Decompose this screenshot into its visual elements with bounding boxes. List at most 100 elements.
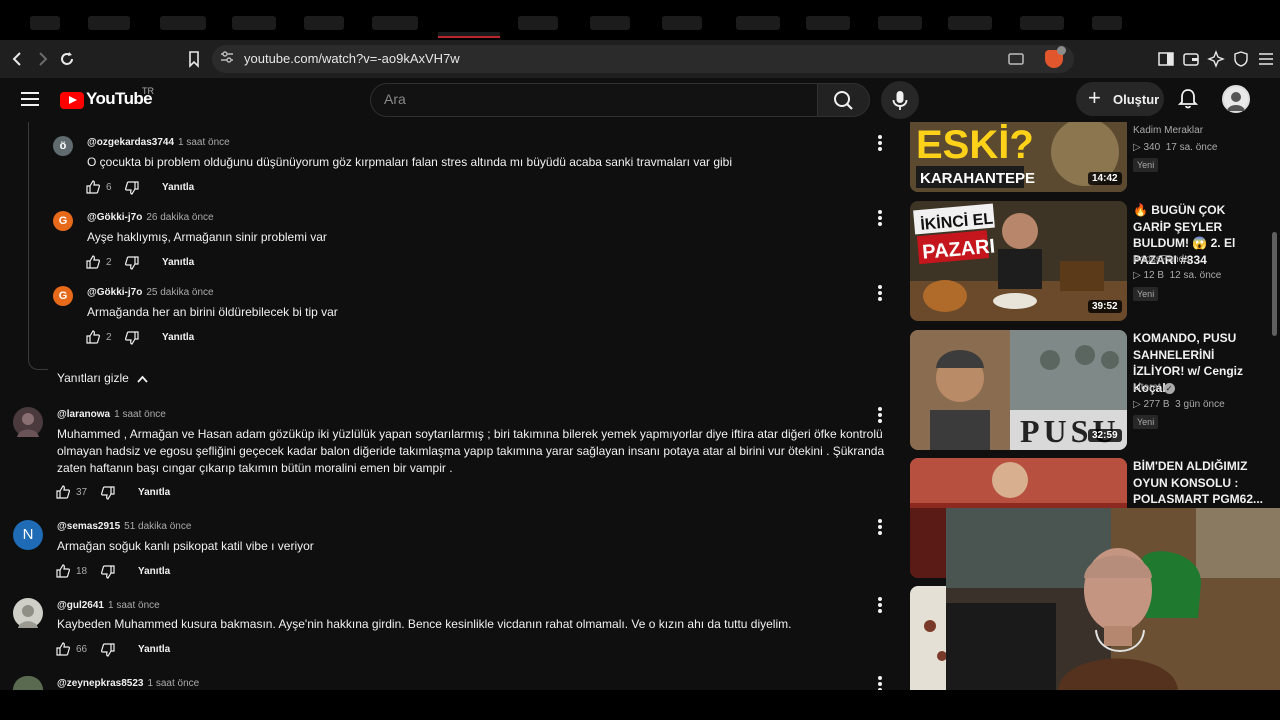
like-icon[interactable] [86,180,101,194]
browser-tab[interactable] [304,16,344,30]
browser-tab[interactable] [160,16,206,30]
comment-time: 1 saat önce [114,409,166,420]
search-icon [834,91,853,110]
shields-badge [1057,46,1066,55]
browser-tab[interactable] [662,16,702,30]
reply-button[interactable]: Yanıtla [138,487,170,498]
site-settings-icon[interactable] [220,50,234,67]
commenter-avatar[interactable]: G [53,286,73,306]
like-icon[interactable] [56,642,71,656]
comment-author[interactable]: @semas2915 51 dakika önce [57,521,191,532]
back-icon[interactable] [8,49,28,69]
video-title[interactable]: BİM'DEN ALDIĞIMIZ OYUN KONSOLU : POLASMA… [1133,458,1265,508]
dislike-icon[interactable] [124,181,139,195]
video-stats: ▷ 340 17 sa. önce [1133,142,1218,153]
sidebar-toggle-icon[interactable] [1156,49,1176,69]
views-icon: ▷ [1133,142,1144,153]
browser-tab[interactable] [30,16,60,30]
wallet-icon[interactable] [1181,49,1201,69]
search-button[interactable] [817,83,870,117]
comment-more-icon[interactable] [878,285,882,301]
url-text[interactable]: youtube.com/watch?v=-ao9kAxVH7w [244,51,460,66]
browser-tab[interactable] [878,16,922,30]
like-icon[interactable] [86,330,101,344]
reload-icon[interactable] [57,49,77,69]
reply-button[interactable]: Yanıtla [162,332,194,343]
browser-tab[interactable] [736,16,780,30]
comment-more-icon[interactable] [878,135,882,151]
video-channel[interactable]: Kadim Meraklar [1133,125,1203,136]
cast-icon[interactable] [1006,49,1026,69]
like-icon[interactable] [56,564,71,578]
forward-icon[interactable] [32,49,52,69]
menu-icon[interactable] [1256,49,1276,69]
thumbnail-subtitle: KARAHANTEPE [920,170,1035,187]
youtube-play-icon [69,96,77,104]
dislike-icon[interactable] [124,331,139,345]
views-icon: ▷ [1133,270,1144,281]
dislike-icon[interactable] [100,643,115,657]
browser-tab[interactable] [590,16,630,30]
comment-time: 1 saat önce [147,678,200,689]
reply-button[interactable]: Yanıtla [138,566,170,577]
chevron-up-icon[interactable] [137,372,148,383]
like-count: 66 [76,644,88,655]
video-stats: ▷ 12 B 12 sa. önce [1133,270,1222,281]
comment-author[interactable]: @ozgekardas3744 1 saat önce [87,137,230,148]
comment-author[interactable]: @gul2641 1 saat önce [57,600,160,611]
comment-author[interactable]: @Gökki-j7o 26 dakika önce [87,212,214,223]
video-channel[interactable]: Literat ✓ [1133,382,1175,394]
reply-button[interactable]: Yanıtla [138,644,170,655]
commenter-avatar[interactable] [13,676,43,690]
commenter-avatar[interactable]: N [13,520,43,550]
vpn-icon[interactable] [1231,49,1251,69]
browser-tab[interactable] [1020,16,1064,30]
browser-tab[interactable] [948,16,992,30]
browser-tab[interactable] [806,16,850,30]
voice-search-button[interactable] [881,81,919,119]
commenter-avatar[interactable]: G [53,211,73,231]
browser-tab[interactable] [232,16,276,30]
guide-menu-icon[interactable] [21,92,39,106]
browser-tab-strip [0,0,1280,40]
create-label: Oluştur [1113,92,1160,107]
browser-tab-active[interactable] [438,32,500,38]
commenter-avatar[interactable] [13,598,43,628]
search-input[interactable] [370,83,818,117]
like-icon[interactable] [56,485,71,499]
comment-more-icon[interactable] [878,597,882,613]
dislike-icon[interactable] [100,486,115,500]
commenter-avatar[interactable]: ö [53,136,73,156]
microphone-icon [892,91,908,110]
plus-icon: + [1088,85,1101,110]
hide-replies-button[interactable]: Yanıtları gizle [57,371,129,385]
reply-button[interactable]: Yanıtla [162,257,194,268]
comment-author[interactable]: @zeynepkras8523 1 saat önce [57,678,199,689]
leo-ai-icon[interactable] [1206,49,1226,69]
browser-tab[interactable] [1092,16,1122,30]
comment-author[interactable]: @laranowa 1 saat önce [57,409,166,420]
page-scrollbar[interactable] [1272,232,1277,336]
like-count: 2 [106,257,112,268]
browser-tab[interactable] [518,16,558,30]
comment-author[interactable]: @Gökki-j7o 25 dakika önce [87,287,214,298]
browser-tab[interactable] [372,16,418,30]
comment-more-icon[interactable] [878,407,882,423]
video-channel[interactable]: BoossPanda [1133,254,1190,265]
comment-more-icon[interactable] [878,210,882,226]
like-count: 37 [76,487,88,498]
commenter-avatar[interactable] [13,407,43,437]
dislike-icon[interactable] [100,565,115,579]
comment-time: 25 dakika önce [146,287,214,298]
region-code: TR [142,86,154,96]
video-duration: 39:52 [1088,300,1122,313]
notifications-bell-icon[interactable] [1177,88,1199,110]
new-badge: Yeni [1133,158,1159,172]
account-avatar[interactable] [1222,85,1250,113]
reply-button[interactable]: Yanıtla [162,182,194,193]
browser-tab[interactable] [88,16,130,30]
like-icon[interactable] [86,255,101,269]
comment-more-icon[interactable] [878,519,882,535]
bookmark-icon[interactable] [184,49,204,69]
dislike-icon[interactable] [124,256,139,270]
